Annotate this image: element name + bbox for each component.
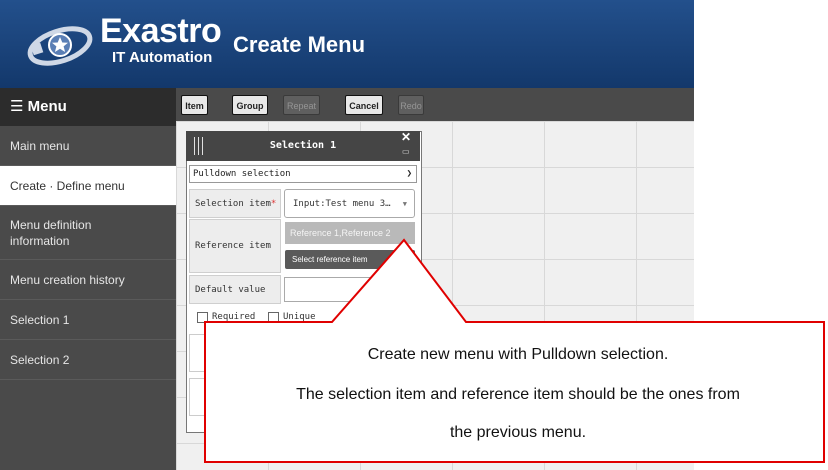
callout-line-1: Create new menu with Pulldown selection.	[367, 346, 669, 363]
callout-line-3: the previous menu.	[449, 424, 587, 441]
callout-line-2: The selection item and reference item sh…	[296, 386, 740, 403]
